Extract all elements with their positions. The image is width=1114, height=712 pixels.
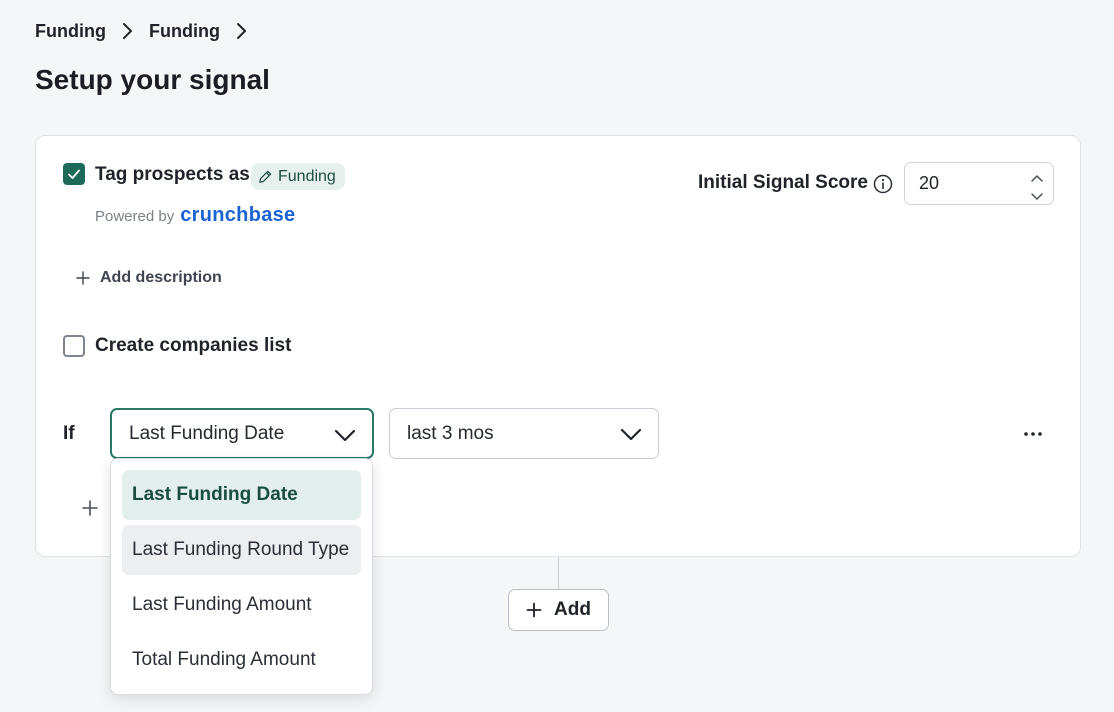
chevron-right-icon	[220, 22, 263, 40]
powered-by-label: Powered by	[95, 208, 175, 225]
funding-field-select-value: Last Funding Date	[129, 422, 285, 444]
funding-field-dropdown: Last Funding Date Last Funding Round Typ…	[110, 458, 373, 695]
add-condition-plus-icon[interactable]	[80, 498, 100, 518]
powered-by: Powered by crunchbase	[95, 204, 295, 227]
check-icon	[68, 169, 80, 179]
crunchbase-logo: crunchbase	[180, 204, 296, 226]
funding-field-select[interactable]: Last Funding Date	[110, 408, 374, 459]
breadcrumb-item-funding-current[interactable]: Funding	[149, 21, 220, 42]
tag-prospects-label: Tag prospects as	[95, 164, 250, 185]
time-range-select-value: last 3 mos	[407, 422, 494, 444]
dropdown-option-last-funding-date[interactable]: Last Funding Date	[122, 470, 361, 520]
breadcrumb: Funding Funding	[35, 18, 263, 44]
time-range-select[interactable]: last 3 mos	[389, 408, 659, 459]
more-horizontal-icon	[1024, 432, 1042, 436]
if-label: If	[63, 423, 75, 444]
add-button-label: Add	[554, 599, 591, 620]
chevron-right-icon	[106, 22, 149, 40]
tag-prospects-checkbox[interactable]	[63, 163, 85, 185]
chevron-up-icon[interactable]	[1030, 168, 1044, 182]
chevron-down-icon	[620, 428, 642, 441]
signal-score-value: 20	[919, 173, 940, 193]
dropdown-option-last-funding-amount[interactable]: Last Funding Amount	[122, 580, 361, 630]
create-companies-list-checkbox[interactable]	[63, 335, 85, 357]
score-stepper	[1030, 168, 1044, 200]
plus-icon	[76, 271, 90, 285]
tag-chip[interactable]: Funding	[251, 163, 345, 190]
signal-score-input[interactable]: 20	[904, 162, 1054, 205]
add-button[interactable]: Add	[508, 589, 609, 631]
connector-line	[558, 557, 559, 590]
chevron-down-icon[interactable]	[1030, 186, 1044, 200]
initial-signal-score-label: Initial Signal Score	[698, 172, 868, 193]
pencil-icon	[259, 170, 272, 183]
dropdown-option-total-funding-amount[interactable]: Total Funding Amount	[122, 635, 361, 685]
breadcrumb-item-funding[interactable]: Funding	[35, 21, 106, 42]
plus-icon	[526, 602, 542, 618]
chevron-down-icon	[334, 429, 356, 442]
info-icon[interactable]	[872, 173, 894, 195]
tag-chip-label: Funding	[278, 167, 336, 185]
dropdown-option-last-funding-round-type[interactable]: Last Funding Round Type	[122, 525, 361, 575]
add-description-label: Add description	[100, 269, 222, 286]
create-companies-list-label: Create companies list	[95, 335, 292, 356]
add-description-button[interactable]: Add description	[76, 269, 222, 287]
more-options-button[interactable]	[1021, 424, 1045, 444]
page-title: Setup your signal	[35, 64, 270, 95]
